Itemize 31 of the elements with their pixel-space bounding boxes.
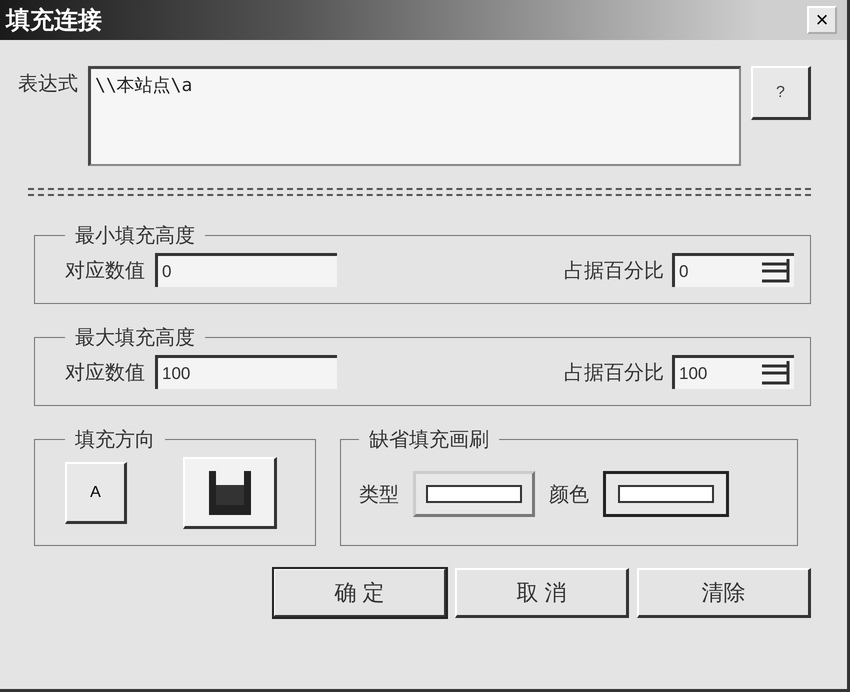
dialog-button[interactable]: 确 定 — [273, 568, 447, 618]
field-label: 类型 — [359, 480, 399, 508]
help-button[interactable]: ? — [751, 66, 811, 120]
percent-field[interactable]: 0 — [672, 253, 794, 287]
container-icon — [208, 470, 250, 514]
direction-button[interactable]: A — [65, 462, 127, 524]
fill-direction-button[interactable] — [183, 457, 277, 529]
value-field[interactable]: 0 — [155, 253, 337, 287]
field-label: 占据百分比 — [564, 358, 664, 386]
close-button[interactable]: × — [807, 6, 837, 34]
field-label: 对应数值 — [65, 256, 145, 284]
expression-field[interactable]: \\本站点\a — [88, 66, 741, 166]
field-label: 颜色 — [549, 480, 589, 508]
expression-label: 表达式 — [18, 70, 78, 97]
group-title: 填充方向 — [74, 426, 156, 453]
brush-color-button[interactable] — [603, 471, 729, 517]
group-title: 最大填充高度 — [74, 324, 196, 351]
group-title: 缺省填充画刷 — [368, 426, 490, 453]
group-title: 最小填充高度 — [74, 222, 196, 249]
brush-type-button[interactable] — [413, 471, 535, 517]
dialog-button[interactable]: 取 消 — [455, 568, 629, 618]
percent-field[interactable]: 100 — [672, 355, 794, 389]
spinner-icon[interactable] — [760, 359, 790, 385]
value-field[interactable]: 100 — [155, 355, 337, 389]
color-swatch-icon — [618, 485, 714, 503]
window-title: 填充连接 — [6, 5, 102, 36]
field-label: 对应数值 — [65, 358, 145, 386]
pattern-swatch-icon — [426, 485, 522, 503]
dialog-button[interactable]: 清除 — [637, 568, 811, 618]
spinner-icon[interactable] — [760, 257, 790, 283]
field-label: 占据百分比 — [564, 256, 664, 284]
